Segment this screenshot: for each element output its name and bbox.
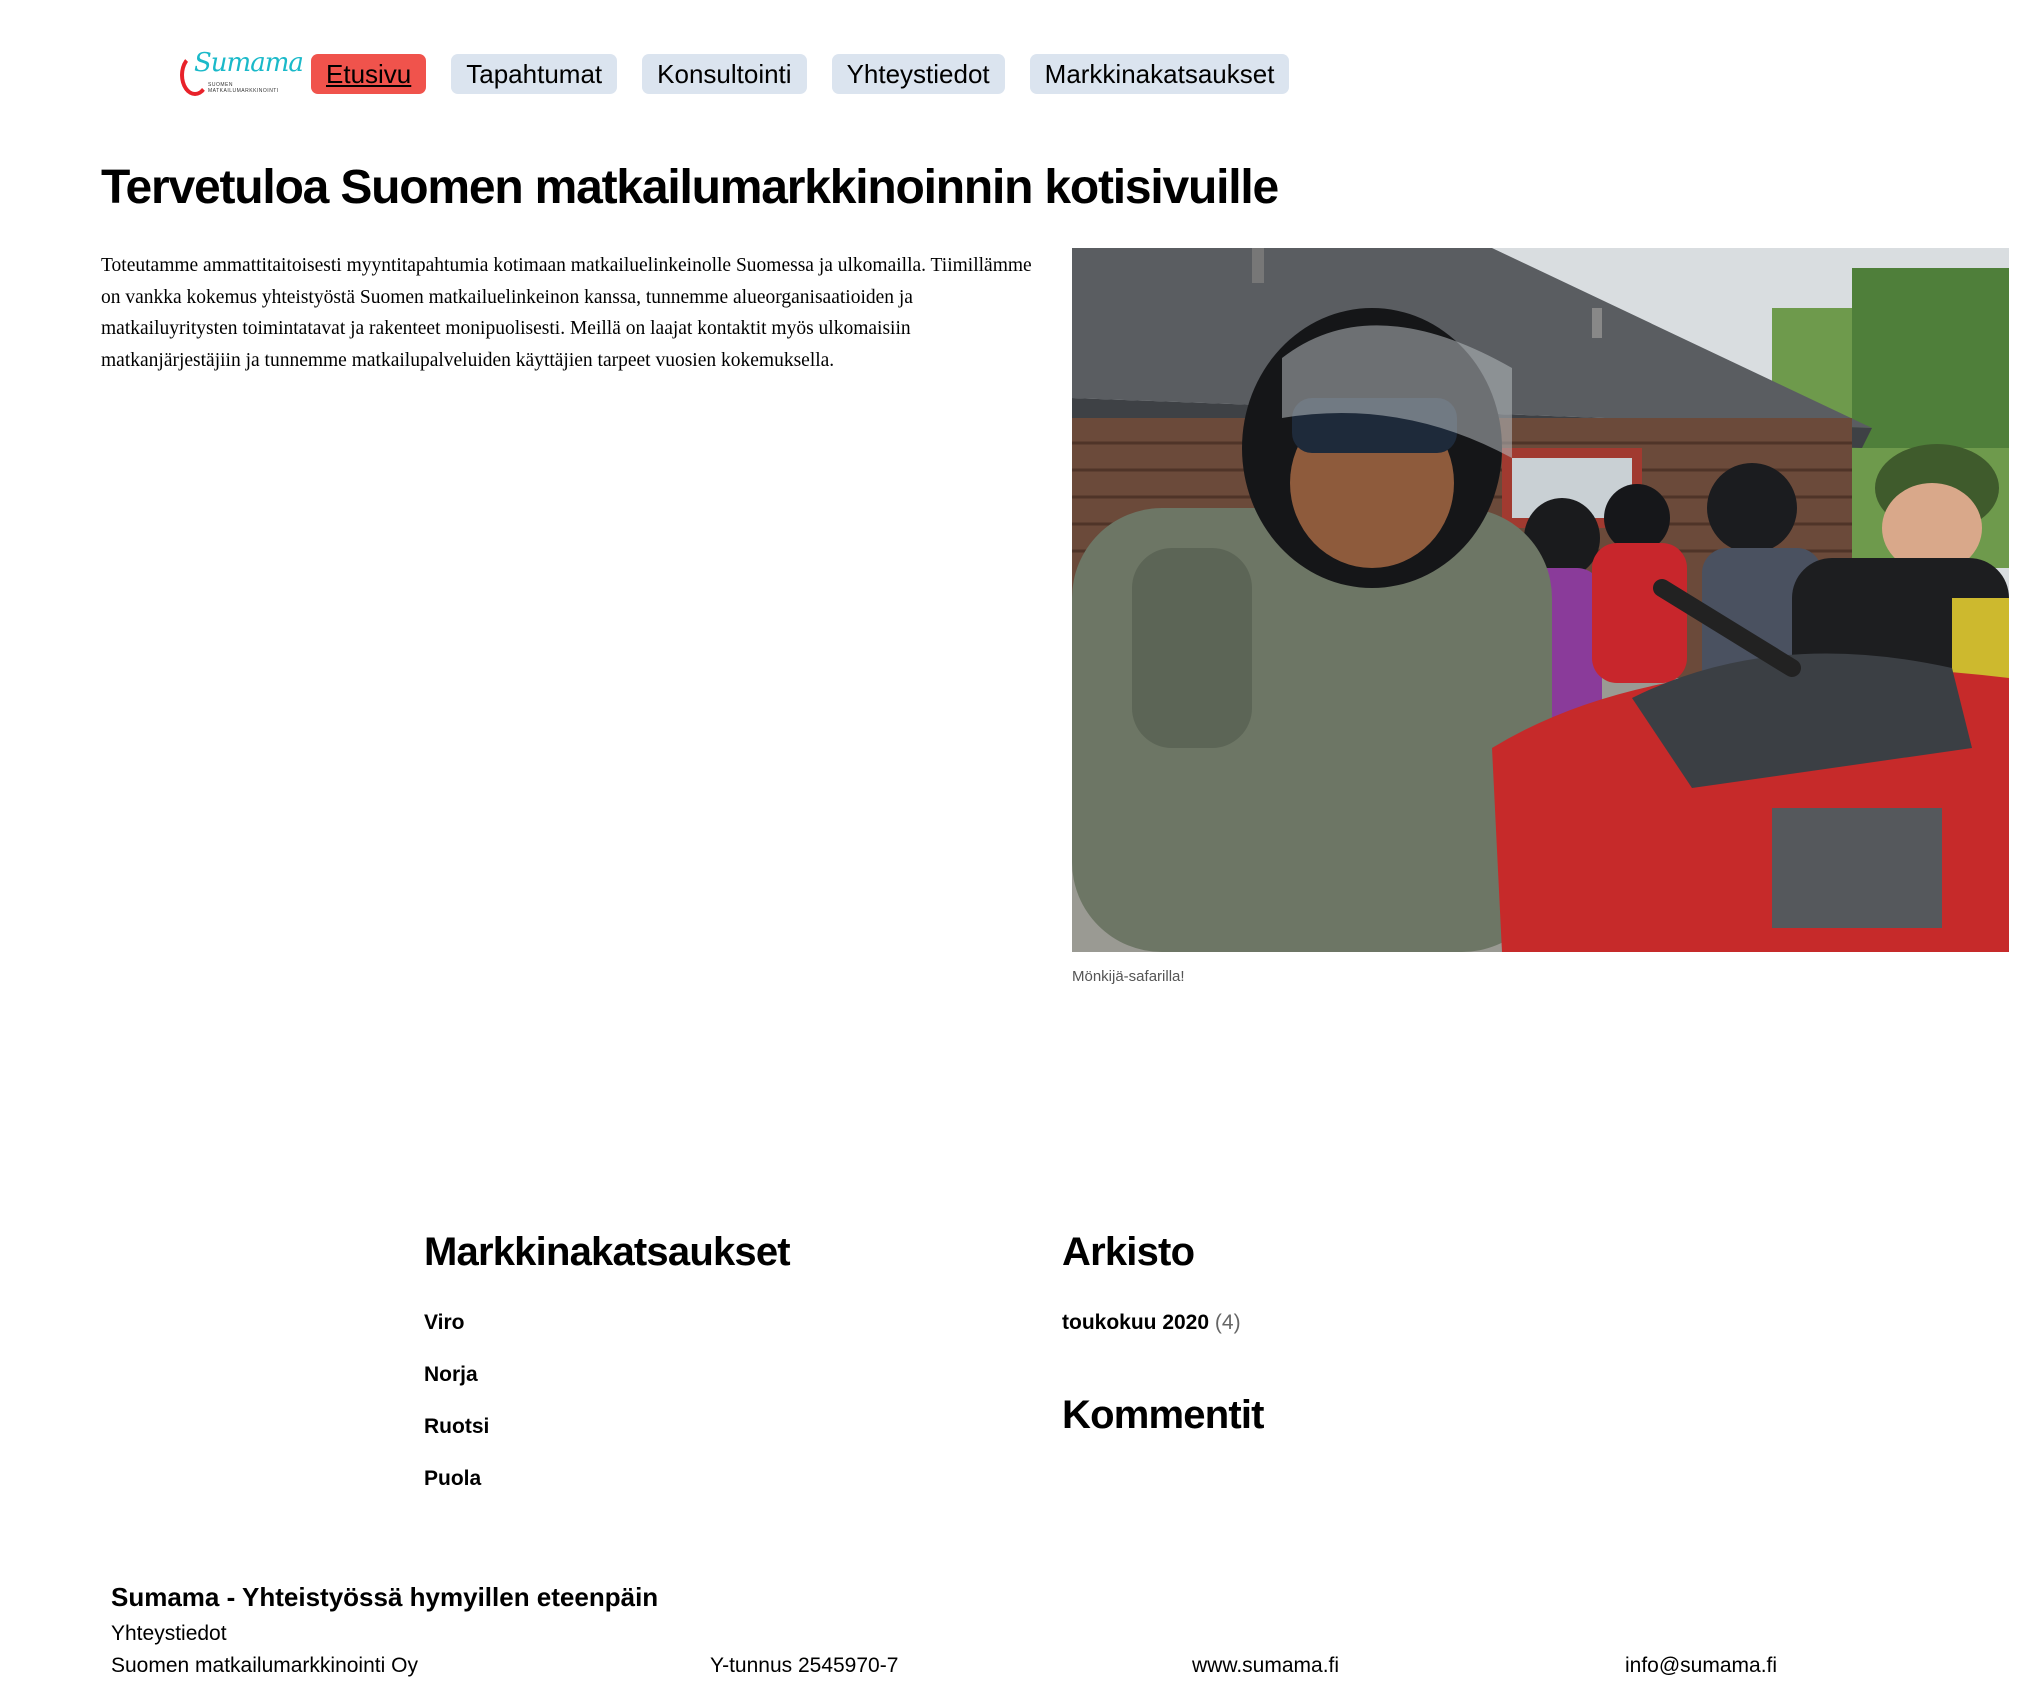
footer-business-id: Y-tunnus 2545970-7 — [710, 1654, 899, 1677]
logo-tagline: SUOMEN MATKAILUMARKKINOINTI — [208, 82, 279, 94]
archive-link-may-2020[interactable]: toukokuu 2020 — [1062, 1311, 1209, 1334]
archive-widget-title: Arkisto — [1062, 1230, 1195, 1274]
market-link-puola[interactable]: Puola — [424, 1467, 481, 1490]
page-title: Tervetuloa Suomen matkailumarkkinoinnin … — [101, 161, 1279, 214]
intro-paragraph: Toteutamme ammattitaitoisesti myyntitapa… — [101, 255, 1032, 371]
footer-website-link[interactable]: www.sumama.fi — [1192, 1654, 1339, 1678]
photo-caption: Mönkijä-safarilla! — [1072, 968, 1185, 985]
archive-list: toukokuu 2020 (4) — [1062, 1310, 1241, 1362]
archive-count: (4) — [1214, 1311, 1241, 1334]
nav-item-markkinakatsaukset[interactable]: Markkinakatsaukset — [1029, 54, 1290, 94]
nav-item-etusivu[interactable]: Etusivu — [311, 54, 427, 94]
list-item: toukokuu 2020 (4) — [1062, 1310, 1241, 1362]
list-item: Viro — [424, 1310, 489, 1362]
footer-contact-label: Yhteystiedot — [111, 1622, 227, 1645]
market-link-ruotsi[interactable]: Ruotsi — [424, 1415, 489, 1438]
nav-item-yhteystiedot[interactable]: Yhteystiedot — [831, 54, 1005, 94]
footer-title: Sumama - Yhteistyössä hymyillen eteenpäi… — [111, 1582, 659, 1612]
markets-widget-title: Markkinakatsaukset — [424, 1230, 791, 1274]
markets-list: Viro Norja Ruotsi Puola — [424, 1310, 489, 1518]
logo-text: Sumama — [194, 48, 304, 78]
nav-item-tapahtumat[interactable]: Tapahtumat — [451, 54, 618, 94]
list-item: Puola — [424, 1466, 489, 1518]
main-navigation: Etusivu Tapahtumat Konsultointi Yhteysti… — [311, 54, 1290, 94]
list-item: Norja — [424, 1362, 489, 1414]
footer-email-link[interactable]: info@sumama.fi — [1625, 1654, 1777, 1678]
atv-safari-photo — [1072, 248, 2009, 952]
footer-company: Suomen matkailumarkkinointi Oy — [111, 1654, 418, 1677]
market-link-norja[interactable]: Norja — [424, 1363, 478, 1386]
site-logo[interactable]: Sumama SUOMEN MATKAILUMARKKINOINTI — [178, 46, 304, 96]
comments-widget-title: Kommentit — [1062, 1393, 1264, 1437]
nav-item-konsultointi[interactable]: Konsultointi — [642, 54, 807, 94]
market-link-viro[interactable]: Viro — [424, 1311, 464, 1334]
list-item: Ruotsi — [424, 1414, 489, 1466]
